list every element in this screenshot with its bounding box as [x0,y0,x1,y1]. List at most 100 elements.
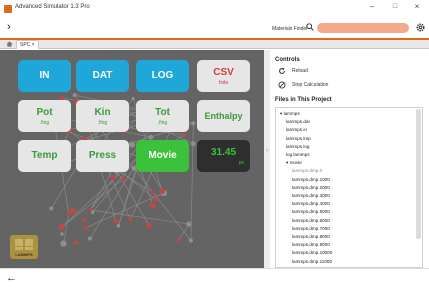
press-button[interactable]: Press [76,140,129,172]
molecule-atom [60,240,67,247]
simulation-viewport[interactable]: IN DAT LOG CSV hide Pot .fing Kin .fing … [0,50,264,268]
molecule-atom [186,221,192,227]
file-tree-item[interactable]: lammps.dmp.0 [292,168,322,173]
file-tree-item[interactable]: lammps.in [286,127,307,132]
molecule-atom [128,217,133,222]
molecule-atom [60,232,64,236]
molecule-atom [58,223,65,230]
file-tree-item[interactable]: lammps.dmp.10000 [292,250,332,255]
files-heading: Files in This Project [275,97,332,103]
time-readout-unit: ps [238,160,244,166]
file-tree-item[interactable]: lammps.dmp.6000 [292,218,330,223]
molecule-atom [182,132,187,137]
log-button-label: LOG [151,70,174,81]
splitter-handle-icon[interactable]: ‹ [266,148,268,154]
pot-button-label: Pot [36,107,53,118]
stop-label: Stop Calculation [292,82,329,88]
file-tree-item[interactable]: lammps.dmp.7000 [292,226,330,231]
home-icon[interactable] [6,41,13,47]
window-title: Advanced Simulator 1.3 Pro [15,4,90,10]
enthalpy-button[interactable]: Enthalpy [197,100,250,132]
molecule-bond [90,209,190,225]
gear-icon[interactable] [415,22,426,33]
minimize-button[interactable]: – [365,2,379,11]
molecule-atom [83,225,88,230]
tab-spc[interactable]: SPC × [16,40,39,49]
log-button[interactable]: LOG [136,60,189,92]
kin-button-sub: .fing [97,120,108,126]
dat-button-label: DAT [92,70,113,81]
file-tree-item[interactable]: lammps.dmp.9000 [292,242,330,247]
molecule-atom [148,134,154,140]
toolbar: › Materials Finder [0,18,429,38]
maximize-button[interactable]: □ [388,3,402,10]
molecule-atom [159,188,166,195]
search-icon[interactable] [306,23,314,31]
bottom-bar: ← [0,268,429,288]
file-tree-item[interactable]: lammps.dmp.5000 [292,209,330,214]
side-panel: Controls Reload Stop Calculation Files i… [270,50,429,268]
molecule-atom [66,211,71,216]
file-tree-item[interactable]: lammps.dmp.8000 [292,234,330,239]
back-arrow-icon[interactable]: ← [6,272,17,284]
close-button[interactable]: × [410,2,424,11]
molecule-atom [153,197,159,203]
molecule-atom [145,222,153,229]
tab-strip: SPC × [0,40,429,49]
file-tree-item[interactable]: lammps.dmp.4000 [292,201,330,206]
reload-icon [279,67,285,74]
reload-label: Reload [292,68,308,74]
press-button-label: Press [88,150,117,161]
molecule-atom [131,97,135,101]
temp-button[interactable]: Temp [18,140,71,172]
reload-button[interactable]: Reload [278,66,378,76]
kin-button-label: Kin [94,107,111,118]
app-icon [4,5,12,13]
search-label: Materials Finder [272,26,308,32]
csv-button-label: CSV [213,67,234,78]
search-input[interactable] [317,23,409,33]
molecule-atom [128,141,136,148]
file-tree-item[interactable]: lammps.dat [286,119,310,124]
dat-button[interactable]: DAT [76,60,129,92]
file-tree-item[interactable]: lammps.dmp.1000 [292,177,330,182]
temp-button-label: Temp [31,150,58,161]
file-tree-item[interactable]: lammps.log [286,144,310,149]
file-tree-item[interactable]: lammps.lmp [286,136,311,141]
molecule-atom [72,93,77,98]
csv-button[interactable]: CSV hide [197,60,250,92]
in-button[interactable]: IN [18,60,71,92]
tot-button[interactable]: Tot .fing [136,100,189,132]
pot-button-sub: .fing [39,120,50,126]
file-tree-item[interactable]: ▾ movie [286,160,302,166]
molecule-atom [191,121,196,126]
stop-calculation-button[interactable]: Stop Calculation [278,80,378,90]
file-tree-item[interactable]: log.lammps [286,152,310,157]
forward-arrow-icon[interactable]: › [7,21,11,33]
time-readout: 31.45 ps [197,140,250,172]
logo-text: LAMMPS [15,252,33,257]
in-button-label: IN [39,70,50,81]
movie-button[interactable]: Movie [136,140,189,172]
kin-button[interactable]: Kin .fing [76,100,129,132]
controls-heading: Controls [275,57,300,63]
title-bar: Advanced Simulator 1.3 Pro – □ × [0,0,429,18]
csv-button-sub: hide [218,80,229,86]
molecule-bond [118,165,139,226]
molecule-atom [188,238,194,243]
pot-button[interactable]: Pot .fing [18,100,71,132]
file-tree-item[interactable]: lammps.dmp.3000 [292,193,330,198]
file-tree-scrollbar[interactable] [416,109,421,239]
file-tree[interactable]: ▾ lammps lammps.dat lammps.in lammps.lmp lam… [275,107,423,268]
molecule-atom [88,208,93,212]
molecule-atom [69,207,77,215]
file-tree-item[interactable]: lammps.dmp.11000 [292,259,332,264]
molecule-atom [150,189,155,195]
molecule-bond [133,167,192,241]
molecule-atom [116,224,121,228]
file-tree-item[interactable]: ▾ lammps [280,111,300,117]
file-tree-item[interactable]: lammps.dmp.2000 [292,185,330,190]
molecule-atom [113,218,119,224]
molecule-bond [85,192,164,228]
tot-button-sub: .fing [157,120,168,126]
